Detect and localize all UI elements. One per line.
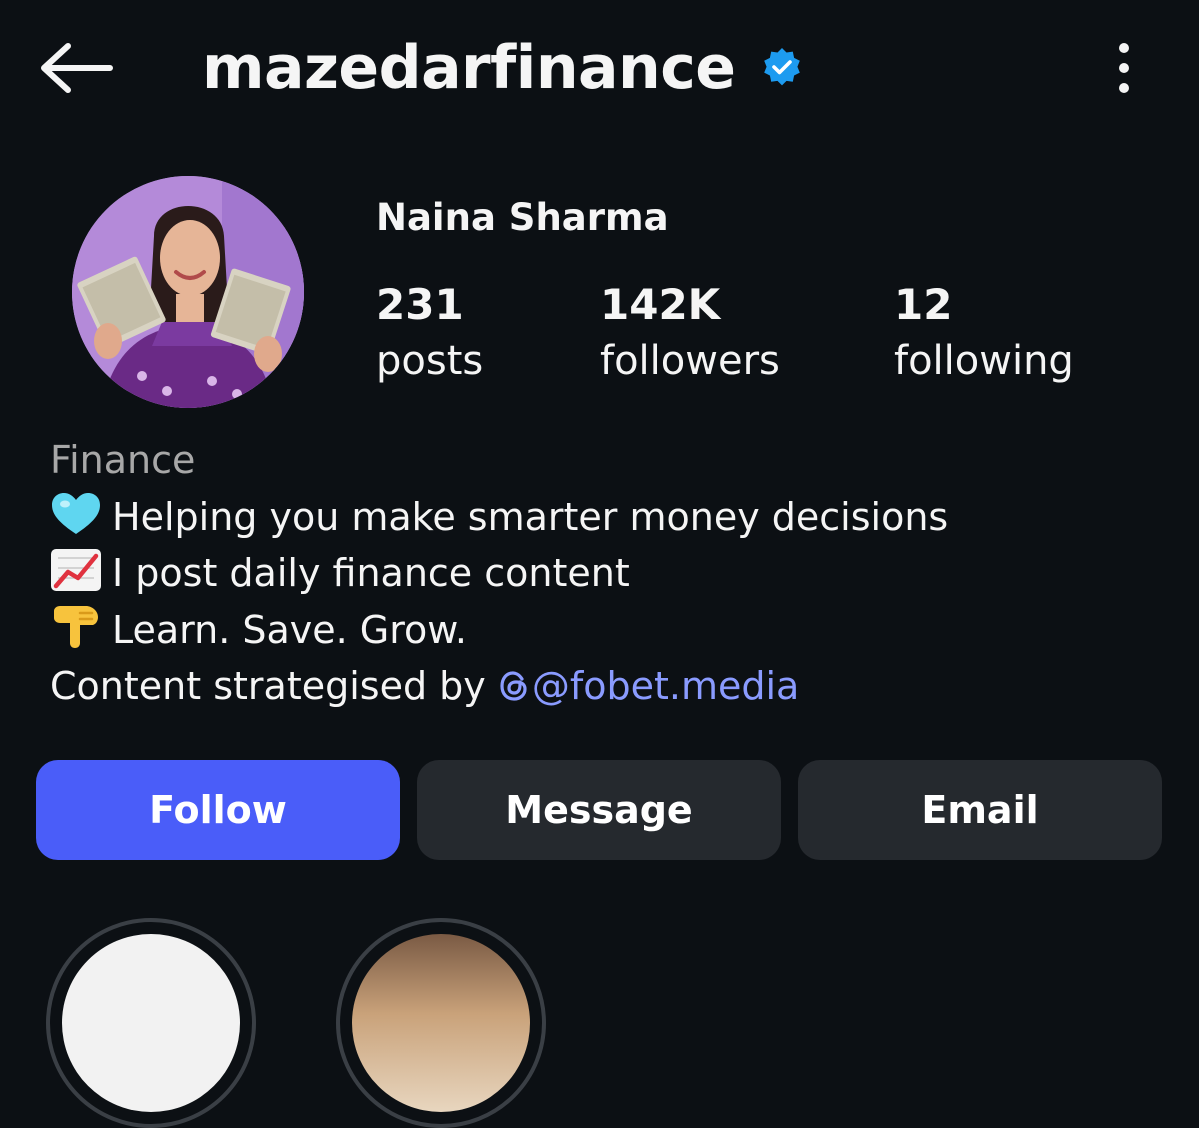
- more-options-button[interactable]: [1100, 36, 1148, 100]
- message-button[interactable]: Message: [417, 760, 781, 860]
- posts-count-value: 231: [376, 280, 464, 329]
- back-button[interactable]: [36, 36, 116, 100]
- bio-line: I post daily finance content: [50, 545, 1150, 602]
- bio-line-text: Helping you make smarter money decisions: [112, 494, 949, 539]
- followers-count[interactable]: 142K followers: [600, 278, 780, 390]
- bio-line-text: Learn. Save. Grow.: [112, 607, 467, 652]
- following-count-value: 12: [894, 280, 953, 329]
- follow-button[interactable]: Follow: [36, 760, 400, 860]
- following-count-label: following: [894, 338, 1074, 384]
- bio-line-text: I post daily finance content: [112, 551, 630, 595]
- story-highlight-cover: [62, 934, 240, 1112]
- story-highlight-cover: [352, 934, 530, 1112]
- bio-line: Helping you make smarter money decisions: [50, 489, 1150, 546]
- more-vertical-icon: [1119, 43, 1129, 93]
- story-highlight[interactable]: [46, 918, 256, 1128]
- mention-text: @fobet.media: [531, 664, 800, 708]
- blue-heart-icon: [52, 492, 100, 534]
- profile-header: mazedarfinance: [0, 0, 1199, 140]
- username: mazedarfinance: [202, 33, 736, 103]
- bio-credit: Content strategised by @fobet.media: [50, 658, 1150, 715]
- followers-count-label: followers: [600, 338, 780, 384]
- chart-increasing-icon: [51, 549, 101, 591]
- avatar[interactable]: [72, 176, 304, 408]
- verified-badge-icon: [763, 48, 800, 86]
- display-name: Naina Sharma: [376, 196, 669, 239]
- threads-icon: [500, 671, 527, 701]
- bio: Finance Helping you make smarter money d…: [50, 432, 1150, 715]
- followers-count-value: 142K: [600, 280, 721, 329]
- profile-photo: [72, 176, 304, 408]
- posts-count[interactable]: 231 posts: [376, 278, 483, 390]
- email-button[interactable]: Email: [798, 760, 1162, 860]
- bio-credit-prefix: Content strategised by: [50, 664, 498, 708]
- arrow-left-icon: [41, 43, 113, 93]
- story-highlight[interactable]: [336, 918, 546, 1128]
- bio-line: Learn. Save. Grow.: [50, 602, 1150, 659]
- mention-link[interactable]: @fobet.media: [498, 664, 799, 708]
- username-row: mazedarfinance: [202, 28, 804, 108]
- pointing-down-icon: [54, 605, 98, 648]
- posts-count-label: posts: [376, 338, 484, 384]
- bio-category: Finance: [50, 438, 196, 482]
- following-count[interactable]: 12 following: [894, 278, 1074, 390]
